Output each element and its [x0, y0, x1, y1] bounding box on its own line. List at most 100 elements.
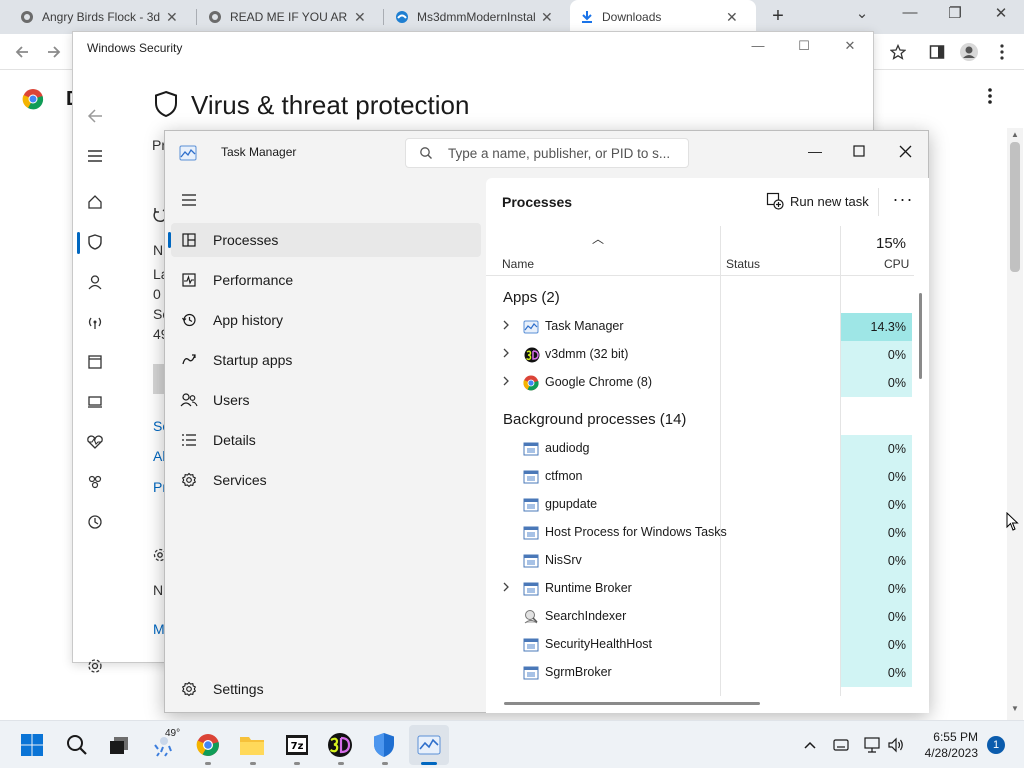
ws-app-browser-icon[interactable] — [83, 350, 107, 374]
clock-date: 4/28/2023 — [924, 746, 978, 760]
process-row[interactable]: gpupdate 0% — [486, 491, 914, 519]
process-row[interactable]: Task Manager 14.3% — [486, 313, 914, 341]
processes-vertical-scrollbar[interactable] — [919, 293, 922, 379]
process-cpu: 14.3% — [841, 313, 912, 341]
process-row[interactable]: NisSrv 0% — [486, 547, 914, 575]
expand-chevron-icon[interactable] — [502, 376, 512, 388]
tm-hamburger-menu-icon[interactable] — [179, 191, 199, 209]
tab-search-chevron-icon[interactable]: ⌄ — [848, 4, 876, 22]
chrome-menu-icon[interactable] — [990, 40, 1014, 64]
ws-device-security-icon[interactable] — [83, 390, 107, 414]
ws-minimize-icon[interactable]: — — [743, 38, 773, 53]
processes-horizontal-scrollbar[interactable] — [504, 702, 760, 705]
more-options-icon[interactable]: ··· — [890, 189, 916, 210]
seven-zip-icon[interactable]: 7z — [282, 730, 312, 760]
cpu-total-usage[interactable]: 15% — [876, 235, 906, 252]
show-hidden-icons-chevron-icon[interactable] — [800, 735, 820, 755]
column-header-name[interactable]: Name — [502, 257, 534, 271]
ws-family-icon[interactable] — [83, 470, 107, 494]
process-cpu: 0% — [841, 435, 912, 463]
taskbar-search-icon[interactable] — [62, 730, 92, 760]
tm-nav-processes[interactable]: Processes — [171, 223, 481, 257]
process-row[interactable]: Runtime Broker 0% — [486, 575, 914, 603]
volume-speaker-icon[interactable] — [886, 735, 906, 755]
process-row[interactable]: Host Process for Windows Tasks 0% — [486, 519, 914, 547]
column-header-cpu[interactable]: CPU — [884, 257, 909, 271]
side-panel-icon[interactable] — [925, 40, 949, 64]
tm-maximize-icon[interactable] — [841, 137, 877, 165]
column-header-status[interactable]: Status — [726, 257, 760, 271]
process-row[interactable]: SecurityHealthHost 0% — [486, 631, 914, 659]
process-row[interactable]: Google Chrome (8) 0% — [486, 369, 914, 397]
ws-close-icon[interactable]: ✕ — [835, 38, 865, 54]
keyboard-layout-icon[interactable] — [831, 735, 851, 755]
ws-network-icon[interactable] — [83, 310, 107, 334]
taskbar-clock[interactable]: 6:55 PM 4/28/2023 — [920, 729, 978, 761]
minimize-icon[interactable]: — — [896, 4, 924, 21]
run-new-task-button[interactable]: Run new task — [766, 191, 869, 211]
tab-title: Ms3dmmModernInstall — [417, 10, 535, 24]
scroll-up-icon[interactable]: ▲ — [1011, 130, 1019, 139]
tm-minimize-icon[interactable]: — — [797, 137, 833, 165]
chrome-tab-angry-birds[interactable]: Angry Birds Flock - 3dm ✕ — [10, 0, 198, 34]
ws-menu-icon[interactable] — [83, 144, 107, 168]
ws-account-icon[interactable] — [83, 270, 107, 294]
tab-close-icon[interactable]: ✕ — [726, 9, 738, 26]
ws-shield-icon[interactable] — [83, 230, 107, 254]
ws-maximize-icon[interactable]: ☐ — [789, 38, 819, 54]
process-row[interactable]: SgrmBroker 0% — [486, 659, 914, 687]
tab-close-icon[interactable]: ✕ — [354, 9, 366, 26]
tm-nav-services[interactable]: Services — [171, 463, 481, 497]
ws-settings-gear-icon[interactable] — [83, 654, 107, 678]
windows-security-shield-icon[interactable] — [369, 730, 399, 760]
v3dmm-taskbar-icon[interactable] — [325, 730, 355, 760]
taskbar-chrome-icon[interactable] — [193, 730, 223, 760]
tab-close-icon[interactable]: ✕ — [541, 9, 553, 26]
tm-nav-users[interactable]: Users — [171, 383, 481, 417]
tm-nav-performance[interactable]: Performance — [171, 263, 481, 297]
close-icon[interactable]: ✕ — [987, 4, 1015, 22]
process-cpu: 0% — [841, 463, 912, 491]
process-row[interactable]: audiodg 0% — [486, 435, 914, 463]
ws-home-icon[interactable] — [83, 190, 107, 214]
tab-close-icon[interactable]: ✕ — [166, 9, 178, 26]
task-view-icon[interactable] — [104, 730, 134, 760]
ws-link-fragment[interactable]: M — [153, 621, 165, 637]
file-explorer-icon[interactable] — [237, 730, 267, 760]
notification-count-badge[interactable]: 1 — [987, 736, 1005, 754]
chrome-tab-downloads[interactable]: Downloads ✕ — [570, 0, 756, 34]
expand-chevron-icon[interactable] — [502, 582, 512, 594]
tm-nav-details[interactable]: Details — [171, 423, 481, 457]
bookmark-star-icon[interactable] — [886, 40, 910, 64]
scrollbar-thumb[interactable] — [1010, 142, 1020, 272]
tm-nav-app-history[interactable]: App history — [171, 303, 481, 337]
new-tab-icon[interactable]: + — [766, 5, 790, 29]
process-row[interactable]: ctfmon 0% — [486, 463, 914, 491]
ws-health-icon[interactable] — [83, 430, 107, 454]
ws-history-icon[interactable] — [83, 510, 107, 534]
tm-nav-startup-apps[interactable]: Startup apps — [171, 343, 481, 377]
page-menu-icon[interactable] — [980, 88, 1000, 109]
chrome-tab-ms3dmm[interactable]: Ms3dmmModernInstall ✕ — [385, 0, 571, 34]
expand-chevron-icon[interactable] — [502, 320, 512, 332]
back-arrow-icon[interactable] — [10, 40, 34, 64]
scroll-down-icon[interactable]: ▼ — [1011, 704, 1019, 713]
tm-close-icon[interactable] — [887, 137, 923, 165]
network-ethernet-icon[interactable] — [862, 735, 882, 755]
page-scrollbar[interactable]: ▲ ▼ — [1007, 128, 1023, 720]
start-button-windows-icon[interactable] — [17, 730, 47, 760]
process-row[interactable]: v3dmm (32 bit) 0% — [486, 341, 914, 369]
tm-nav-settings[interactable]: Settings — [171, 672, 481, 706]
tm-search-box[interactable] — [405, 138, 689, 168]
process-row[interactable]: SearchIndexer 0% — [486, 603, 914, 631]
process-icon — [523, 525, 539, 541]
tm-search-input[interactable] — [448, 145, 688, 161]
forward-arrow-icon[interactable] — [42, 40, 66, 64]
ws-back-arrow-icon[interactable] — [83, 104, 107, 128]
task-manager-taskbar-icon[interactable] — [409, 725, 449, 765]
chrome-tab-read-me[interactable]: READ ME IF YOU ARE N ✕ — [198, 0, 384, 34]
process-cpu: 0% — [841, 547, 912, 575]
expand-chevron-icon[interactable] — [502, 348, 512, 360]
profile-avatar-icon[interactable] — [957, 40, 981, 64]
restore-icon[interactable]: ❐ — [941, 4, 969, 22]
